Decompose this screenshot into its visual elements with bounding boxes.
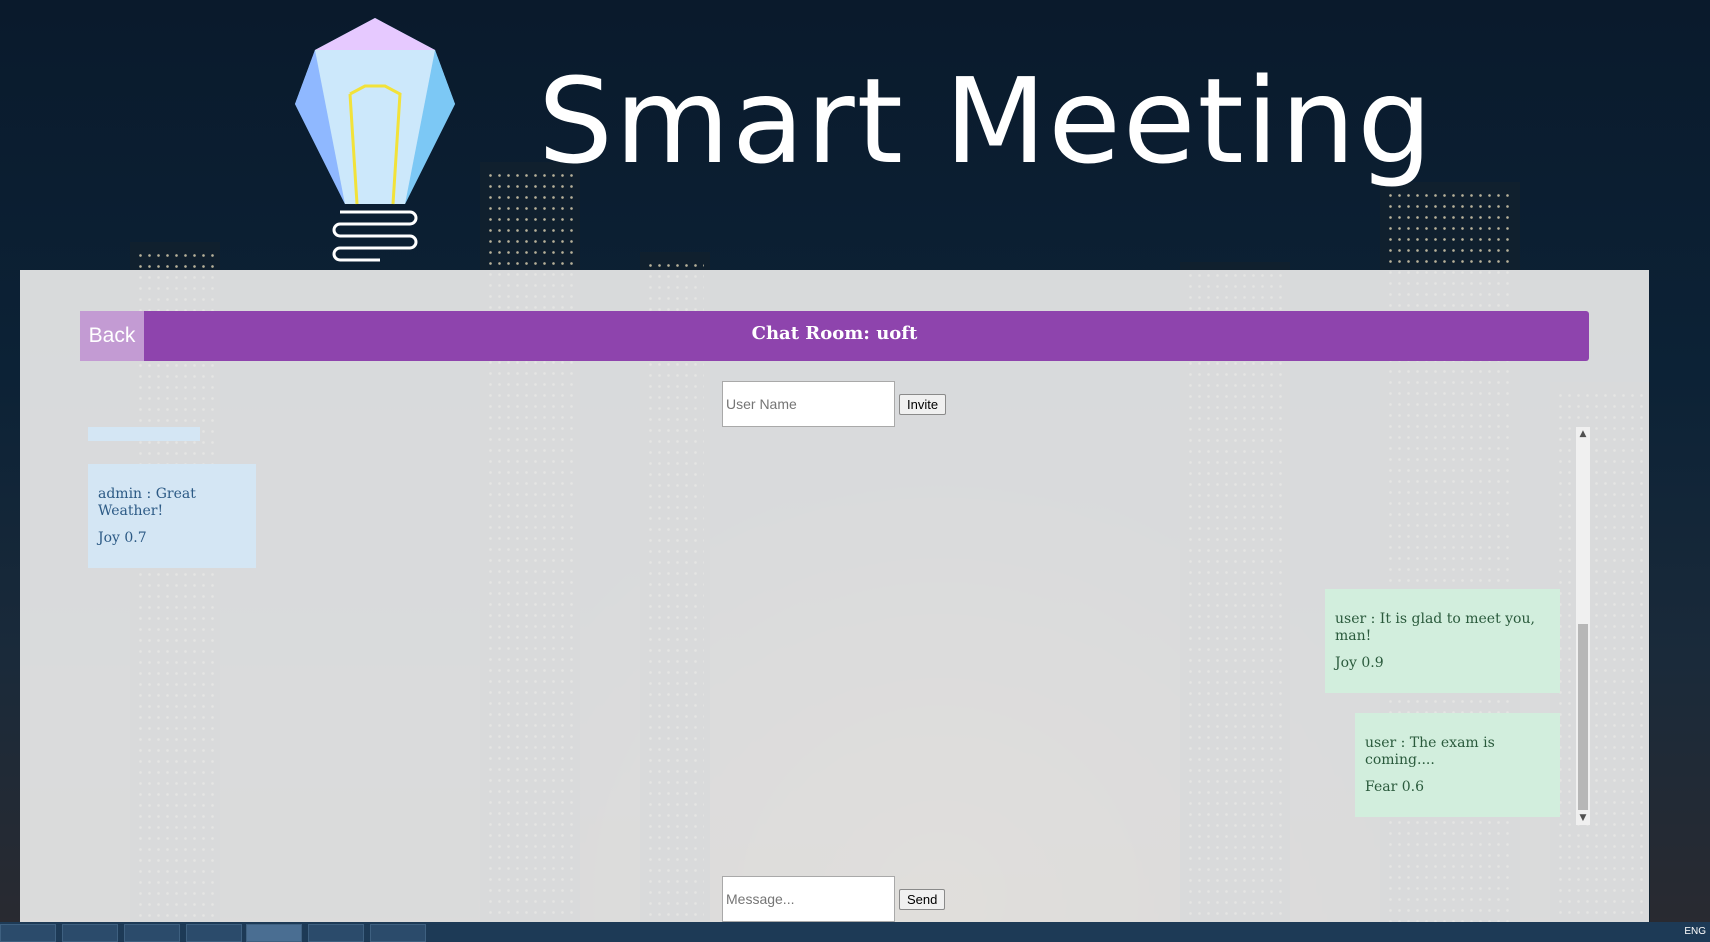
invite-button[interactable]: Invite: [899, 393, 947, 415]
header: Smart Meeting: [0, 0, 1710, 270]
message-bubble: user : It is glad to meet you, man! Joy …: [1325, 589, 1560, 694]
message-text: user : The exam is coming....: [1365, 735, 1495, 768]
message-list[interactable]: admin : Great Weather! Joy 0.7 user : It…: [85, 427, 1590, 825]
taskbar-item[interactable]: [62, 924, 118, 942]
send-button[interactable]: Send: [899, 888, 946, 910]
message-emotion: Fear 0.6: [1365, 778, 1424, 795]
app-title: Smart Meeting: [538, 52, 1435, 190]
invite-row: Invite: [722, 381, 947, 427]
taskbar-item[interactable]: [124, 924, 180, 942]
message-text: user : It is glad to meet you, man!: [1335, 611, 1535, 644]
message-emotion: Joy 0.9: [1335, 654, 1384, 671]
scroll-down-arrow-icon[interactable]: ▼: [1576, 811, 1590, 825]
lightbulb-logo-icon: [295, 18, 455, 262]
message-emotion: Joy 0.7: [98, 529, 147, 546]
chat-room-bar: Chat Room: uoft Back: [80, 311, 1589, 361]
taskbar-item[interactable]: [186, 924, 242, 942]
scroll-thumb[interactable]: [1578, 624, 1588, 810]
taskbar-item[interactable]: [308, 924, 364, 942]
taskbar: ENG: [0, 922, 1710, 942]
scroll-up-arrow-icon[interactable]: ▲: [1576, 427, 1590, 441]
chat-panel: Chat Room: uoft Back Invite admin : Grea…: [20, 270, 1649, 922]
compose-row: Send: [722, 876, 946, 922]
message-text: admin : Great Weather!: [98, 486, 196, 519]
user-name-input[interactable]: [722, 381, 895, 427]
message-input[interactable]: [722, 876, 895, 922]
taskbar-item[interactable]: [246, 924, 302, 942]
message-bubble: admin : Great Weather! Joy 0.7: [88, 464, 256, 569]
message-bubble-partial: [88, 427, 200, 441]
chat-scrollbar[interactable]: ▲ ▼: [1576, 427, 1590, 825]
message-bubble: user : The exam is coming.... Fear 0.6: [1355, 713, 1560, 818]
chat-room-title: Chat Room: uoft: [751, 323, 918, 344]
taskbar-item[interactable]: [0, 924, 56, 942]
language-indicator[interactable]: ENG: [1684, 926, 1706, 937]
back-button[interactable]: Back: [80, 311, 144, 361]
taskbar-item[interactable]: [370, 924, 426, 942]
